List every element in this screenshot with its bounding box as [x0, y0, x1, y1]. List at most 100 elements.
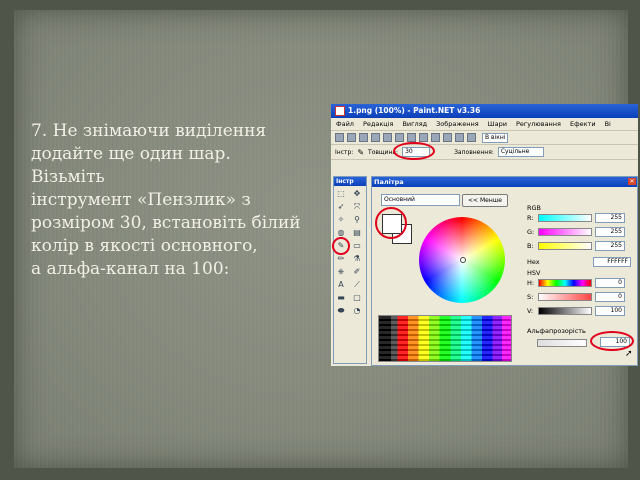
- g-label: G:: [527, 228, 535, 236]
- magic-wand-icon[interactable]: ✧: [335, 214, 347, 226]
- rgb-label: RGB: [527, 204, 542, 212]
- h-input[interactable]: 0: [595, 278, 625, 288]
- deselect-icon[interactable]: [431, 133, 440, 142]
- tool-options-bar: Інстр: ✎ Товщина: 30 Заповнення: Суцільн…: [331, 142, 638, 160]
- color-mode-select[interactable]: Основний: [381, 194, 460, 206]
- move-selection-icon[interactable]: ⤧: [351, 201, 363, 213]
- menu-view[interactable]: Вигляд: [402, 120, 427, 128]
- menu-layers[interactable]: Шари: [488, 120, 507, 128]
- s-input[interactable]: 0: [595, 292, 625, 302]
- zoom-window-select[interactable]: В вікні: [482, 132, 509, 143]
- instruction-line: колір в якості основного,: [31, 236, 258, 256]
- palette-title: Палітра: [372, 177, 637, 187]
- lasso-icon[interactable]: ➶: [335, 201, 347, 213]
- gradient-icon[interactable]: ▤: [351, 227, 363, 239]
- less-button[interactable]: << Менше: [462, 194, 508, 207]
- app-icon: [335, 106, 345, 116]
- instruction-line: а альфа-канал на 100:: [31, 259, 230, 279]
- recolor-icon[interactable]: ✐: [351, 266, 363, 278]
- s-label: S:: [527, 293, 534, 301]
- instruction-line: Візьміть: [31, 167, 105, 187]
- fill-select[interactable]: Суцільне: [497, 147, 544, 157]
- g-input[interactable]: 255: [595, 227, 625, 237]
- instruction-line: інструмент «Пензлик» з: [31, 190, 251, 210]
- b-slider[interactable]: [538, 242, 592, 250]
- line-icon[interactable]: ⟋: [351, 279, 363, 291]
- color-wheel-marker[interactable]: [460, 257, 466, 263]
- copy-icon[interactable]: [395, 133, 404, 142]
- palette-window: Палітра ✕ Основний << Менше RGB R: 255 G…: [371, 176, 638, 366]
- rounded-rect-icon[interactable]: ▢: [351, 292, 363, 304]
- s-slider[interactable]: [538, 293, 592, 301]
- select-rect-icon[interactable]: ⬚: [335, 188, 347, 200]
- menu-window[interactable]: Ві: [605, 120, 611, 128]
- hsv-label: HSV: [527, 269, 541, 277]
- slide-instructions: 7. Не знімаючи виділення додайте ще один…: [31, 120, 331, 281]
- tool-label: Інстр:: [335, 148, 354, 156]
- tools-panel: Інстр ⬚ ✥ ➶ ⤧ ✧ ⚲ ◍ ▤ ✎ ▭ ✏ ⚗ ⎈ ✐ A ⟋ ▬ …: [332, 176, 367, 364]
- alpha-label: Альфапрозорість: [527, 327, 586, 335]
- window-title: 1.png (100%) - Paint.NET v3.36: [348, 106, 481, 115]
- alpha-highlight-circle: [590, 331, 634, 351]
- paste-icon[interactable]: [407, 133, 416, 142]
- crop-icon[interactable]: [419, 133, 428, 142]
- clone-stamp-icon[interactable]: ⎈: [335, 266, 347, 278]
- r-slider[interactable]: [538, 214, 592, 222]
- brush-icon[interactable]: ✎: [357, 148, 364, 157]
- eraser-icon[interactable]: ▭: [351, 240, 363, 252]
- open-icon[interactable]: [347, 133, 356, 142]
- s-row: S: 0: [527, 292, 632, 302]
- print-icon[interactable]: [371, 133, 380, 142]
- instruction-line: додайте ще один шар.: [31, 144, 231, 164]
- brush-highlight-circle: [332, 237, 350, 255]
- freeform-icon[interactable]: ◔: [351, 305, 363, 317]
- v-label: V:: [527, 307, 534, 315]
- b-label: B:: [527, 242, 534, 250]
- zoom-icon[interactable]: ⚲: [351, 214, 363, 226]
- tools-panel-title: Інстр: [334, 177, 366, 186]
- v-input[interactable]: 100: [595, 306, 625, 316]
- close-icon[interactable]: ✕: [628, 178, 636, 185]
- h-label: H:: [527, 279, 535, 287]
- alpha-slider[interactable]: [537, 339, 587, 347]
- width-highlight-circle: [393, 142, 436, 160]
- move-icon[interactable]: ✥: [351, 188, 363, 200]
- ellipse-icon[interactable]: ⬬: [335, 305, 347, 317]
- menu-file[interactable]: Файл: [336, 120, 354, 128]
- primary-color-highlight-circle: [375, 207, 407, 239]
- redo-icon[interactable]: [455, 133, 464, 142]
- main-toolbar: В вікні: [331, 131, 638, 145]
- text-icon[interactable]: A: [335, 279, 347, 291]
- v-slider[interactable]: [538, 307, 592, 315]
- save-icon[interactable]: [359, 133, 368, 142]
- h-slider[interactable]: [538, 279, 592, 287]
- cut-icon[interactable]: [383, 133, 392, 142]
- menu-edit[interactable]: Редакція: [363, 120, 393, 128]
- h-row: H: 0: [527, 278, 632, 288]
- cursor-icon: ➚: [625, 349, 633, 359]
- new-icon[interactable]: [335, 133, 344, 142]
- rectangle-icon[interactable]: ▬: [335, 292, 347, 304]
- r-row: R: 255: [527, 213, 632, 223]
- paintnet-screenshot: 1.png (100%) - Paint.NET v3.36 Файл Реда…: [331, 104, 638, 366]
- grid-icon[interactable]: [467, 133, 476, 142]
- menu-adjustments[interactable]: Регулювання: [516, 120, 561, 128]
- window-titlebar: 1.png (100%) - Paint.NET v3.36: [331, 104, 638, 118]
- g-row: G: 255: [527, 227, 632, 237]
- instruction-line: розміром 30, встановіть білий: [31, 213, 301, 233]
- hex-input[interactable]: FFFFFF: [593, 257, 631, 267]
- g-slider[interactable]: [538, 228, 592, 236]
- instruction-line: 7. Не знімаючи виділення: [31, 121, 267, 141]
- color-picker-icon[interactable]: ⚗: [351, 253, 363, 265]
- menu-image[interactable]: Зображення: [436, 120, 479, 128]
- paintbrush-icon[interactable]: ✎: [332, 237, 350, 255]
- r-input[interactable]: 255: [595, 213, 625, 223]
- b-input[interactable]: 255: [595, 241, 625, 251]
- fill-label: Заповнення:: [454, 148, 494, 156]
- menu-bar: Файл Редакція Вигляд Зображення Шари Рег…: [331, 118, 638, 131]
- undo-icon[interactable]: [443, 133, 452, 142]
- palette-swatches[interactable]: [378, 315, 512, 362]
- menu-effects[interactable]: Ефекти: [570, 120, 596, 128]
- v-row: V: 100: [527, 306, 632, 316]
- hex-label: Hex: [527, 258, 540, 266]
